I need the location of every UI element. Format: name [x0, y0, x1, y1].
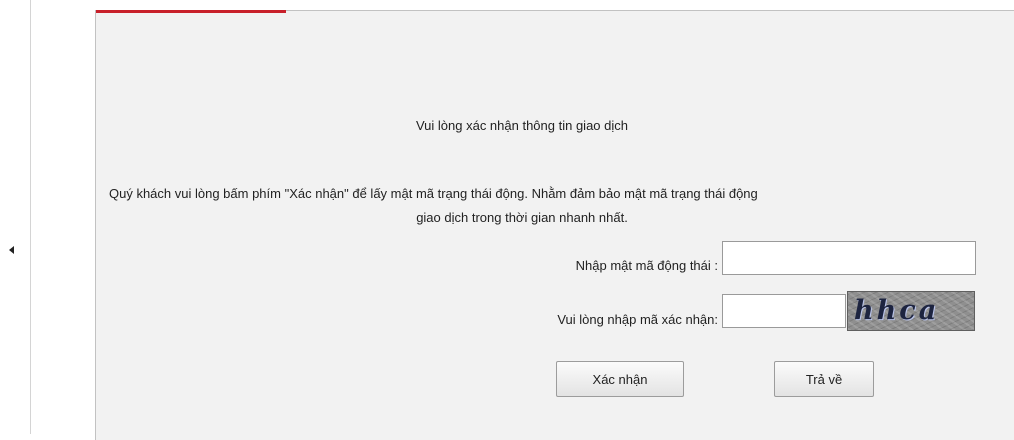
- caret-left-icon[interactable]: [9, 246, 14, 254]
- back-button[interactable]: Trả về: [774, 361, 874, 397]
- active-tab-indicator: [96, 10, 286, 13]
- captcha-label: Vui lòng nhập mã xác nhận:: [557, 312, 718, 327]
- captcha-input[interactable]: [722, 294, 846, 328]
- instruction-text: Quý khách vui lòng bấm phím "Xác nhận" đ…: [109, 186, 758, 201]
- captcha-text: hhca: [854, 295, 940, 326]
- otp-input[interactable]: [722, 241, 976, 275]
- instruction-text-continued: giao dịch trong thời gian nhanh nhất.: [416, 210, 628, 225]
- confirm-button[interactable]: Xác nhận: [556, 361, 684, 397]
- left-panel-divider: [30, 0, 31, 434]
- transaction-confirmation-panel: Vui lòng xác nhận thông tin giao dịch Qu…: [95, 10, 1014, 440]
- otp-label: Nhập mật mã động thái :: [575, 258, 718, 273]
- page-title: Vui lòng xác nhận thông tin giao dịch: [415, 118, 628, 133]
- captcha-image: hhca: [847, 291, 975, 331]
